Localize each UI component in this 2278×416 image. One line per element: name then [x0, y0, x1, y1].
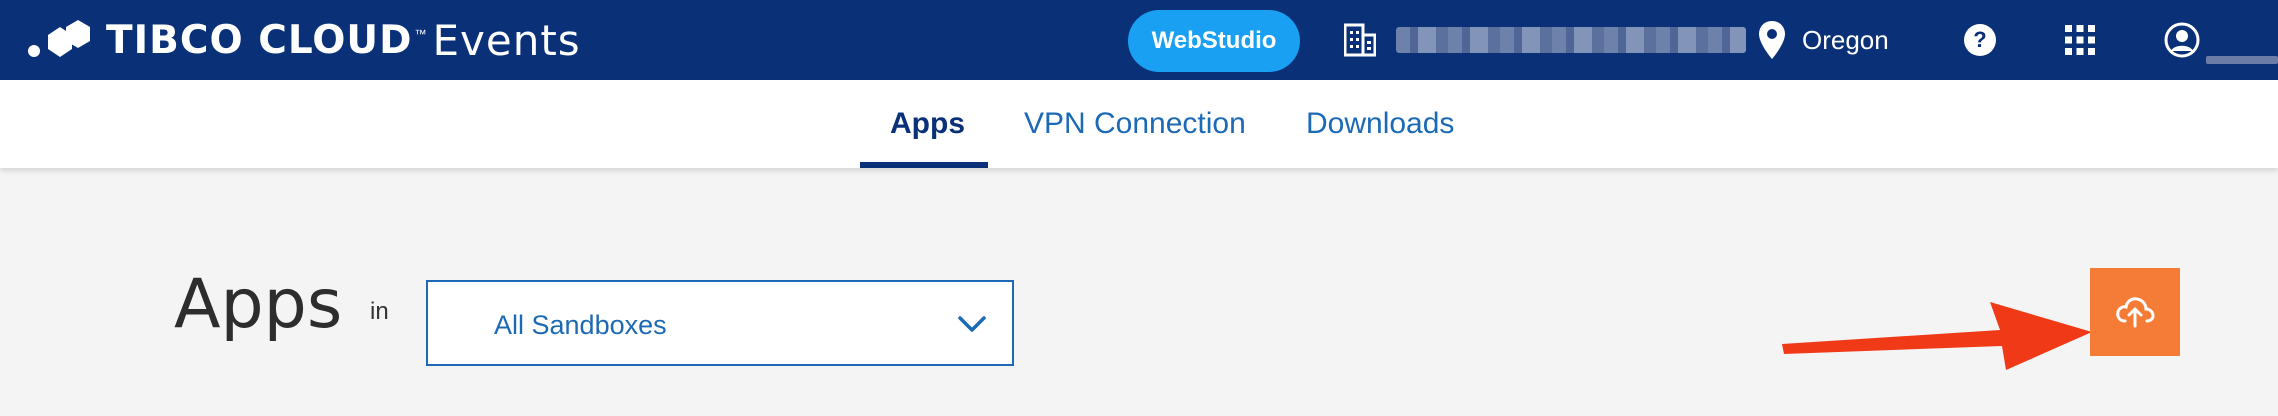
active-tab-indicator [860, 162, 988, 168]
user-name-redacted [2206, 56, 2278, 64]
cloud-upload-icon [2116, 297, 2155, 328]
region-selector[interactable]: Oregon [1758, 18, 1889, 62]
logo-brand: TIBCO CLOUD [106, 17, 413, 63]
tab-apps[interactable]: Apps [890, 80, 965, 168]
logo-trademark: ™ [414, 27, 427, 41]
tibco-logo-icon [28, 20, 90, 57]
user-icon[interactable] [2164, 22, 2200, 58]
top-bar: TIBCO CLOUD ™ Events WebStudio Oregon ? [0, 0, 2278, 80]
org-name-redacted [1396, 27, 1746, 53]
region-label: Oregon [1802, 24, 1889, 55]
apps-grid-icon[interactable] [2064, 24, 2096, 56]
chevron-down-icon [958, 316, 986, 332]
tab-vpn-connection[interactable]: VPN Connection [1024, 80, 1246, 168]
page-title: Apps [174, 265, 343, 344]
tibco-cloud-logo[interactable]: TIBCO CLOUD ™ Events [26, 15, 581, 65]
tab-downloads[interactable]: Downloads [1306, 80, 1454, 168]
sandbox-select[interactable]: All Sandboxes [426, 280, 1014, 366]
logo-product: Events [432, 15, 581, 65]
building-icon [1344, 23, 1376, 57]
help-icon[interactable]: ? [1964, 24, 1996, 56]
webstudio-button[interactable]: WebStudio [1128, 10, 1300, 72]
annotation-arrow [1782, 302, 2092, 370]
location-pin-icon [1759, 21, 1785, 59]
in-label: in [370, 298, 389, 325]
sandbox-select-value: All Sandboxes [494, 310, 667, 340]
org-selector[interactable] [1344, 20, 1746, 60]
nav-tabs: Apps VPN Connection Downloads [0, 80, 2278, 168]
upload-app-button[interactable] [2090, 268, 2180, 356]
